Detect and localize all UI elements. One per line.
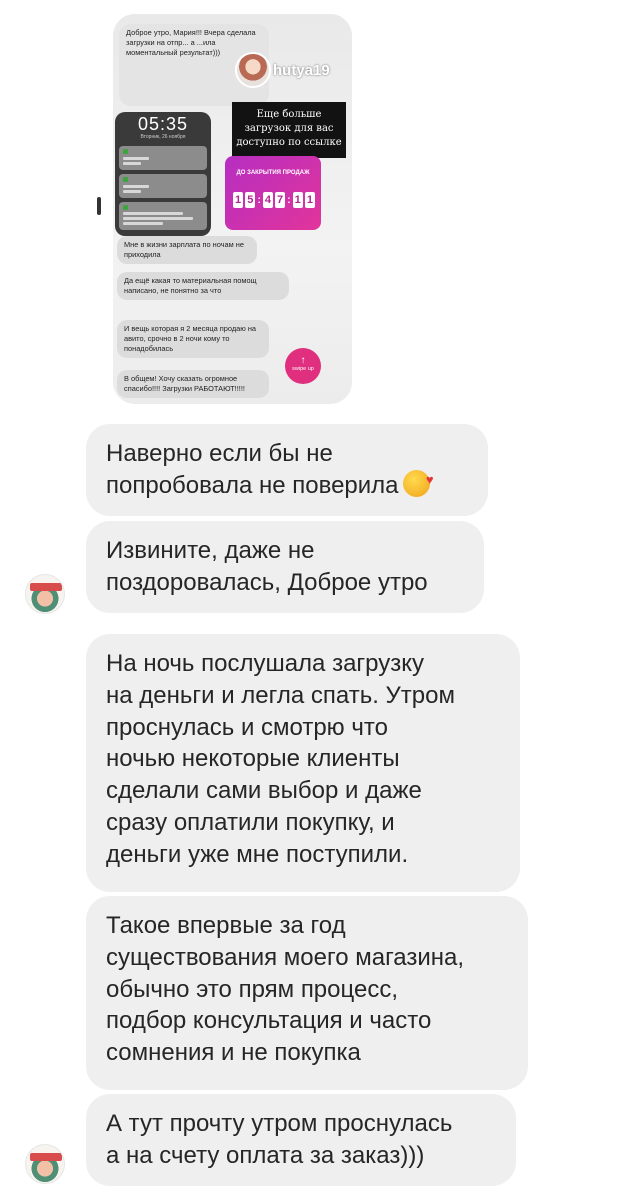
lock-screen-screenshot: 05:35 Вторник, 26 ноября xyxy=(115,112,211,236)
message-line: Такое впервые за год xyxy=(106,912,346,939)
lock-date: Вторник, 26 ноября xyxy=(140,134,186,140)
countdown-title: ДО ЗАКРЫТИЯ ПРОДАЖ xyxy=(236,170,310,176)
story-indicator xyxy=(97,197,101,215)
swipe-up-button: ↑ swipe up xyxy=(285,348,321,384)
countdown-digit: 1 xyxy=(233,192,244,208)
message-line: сделали сами выбор и даже xyxy=(106,777,422,805)
message-line: Извините, даже не xyxy=(106,537,315,564)
sales-countdown: ДО ЗАКРЫТИЯ ПРОДАЖ 1 5 : 4 7 : 1 1 xyxy=(225,156,321,230)
message-line: Наверно если бы не xyxy=(106,440,333,467)
more-loads-label: Еще больше загрузок для вас доступно по … xyxy=(232,102,346,158)
message-bubble[interactable]: А тут прочту утром проснулась а на счету… xyxy=(86,1094,516,1186)
story-screenshot: Доброе утро, Мария!!! Вчера сделала загр… xyxy=(113,14,352,404)
message-bubble[interactable]: На ночь послушала загрузку на деньги и л… xyxy=(86,634,520,892)
message-line: подбор консультация и часто xyxy=(106,1007,432,1035)
message-line: попробовала не поверила xyxy=(106,471,399,499)
message-line: проснулась и смотрю что xyxy=(106,713,388,741)
story-user-avatar xyxy=(235,52,271,88)
message-line: сразу оплатили покупку, и xyxy=(106,808,395,836)
story-reply-preview[interactable]: Доброе утро, Мария!!! Вчера сделала загр… xyxy=(113,14,352,404)
countdown-digit: 1 xyxy=(292,192,303,208)
avatar-badge xyxy=(30,583,62,591)
message-bubble[interactable]: Наверно если бы не попробовала не повери… xyxy=(86,424,488,516)
message-bubble[interactable]: Такое впервые за год существования моего… xyxy=(86,896,528,1090)
message-bubble[interactable]: Извините, даже не поздоровалась, Доброе … xyxy=(86,521,484,613)
notification-card xyxy=(119,146,207,170)
smiling-face-with-hearts-icon xyxy=(402,464,434,497)
story-username: hutya19 xyxy=(273,62,330,79)
story-message: Мне в жизни зарплата по ночам не приходи… xyxy=(117,236,257,264)
message-line: сомнения и не покупка xyxy=(106,1039,361,1067)
message-line: ночью некоторые клиенты xyxy=(106,745,400,773)
message-line: обычно это прям процесс, xyxy=(106,975,398,1003)
countdown-digits: 1 5 : 4 7 : 1 1 xyxy=(233,192,315,208)
story-message: И вещь которая я 2 месяца продаю на авит… xyxy=(117,320,269,358)
countdown-digit: 1 xyxy=(304,192,315,208)
notification-card xyxy=(119,174,207,198)
message-line: На ночь послушала загрузку xyxy=(106,650,425,677)
message-line: существования моего магазина, xyxy=(106,943,465,971)
lock-time: 05:35 xyxy=(137,114,189,134)
avatar-badge xyxy=(30,1153,62,1161)
message-line: поздоровалась, Доброе утро xyxy=(106,568,428,596)
sender-avatar[interactable] xyxy=(25,574,65,614)
message-line: а на счету оплата за заказ))) xyxy=(106,1141,425,1169)
message-line: деньги уже мне поступили. xyxy=(106,840,409,868)
message-line: на деньги и легла спать. Утром xyxy=(106,681,455,709)
story-message: В общем! Хочу сказать огромное спасибо!!… xyxy=(117,370,269,398)
countdown-digit: 7 xyxy=(275,192,286,208)
countdown-digit: 4 xyxy=(262,192,273,208)
sender-avatar[interactable] xyxy=(25,1144,65,1184)
message-line: А тут прочту утром проснулась xyxy=(106,1110,453,1137)
arrow-up-icon: ↑ xyxy=(300,355,306,366)
notification-card xyxy=(119,202,207,230)
countdown-digit: 5 xyxy=(245,192,256,208)
story-message: Да ещё какая то материальная помощ напис… xyxy=(117,272,289,300)
